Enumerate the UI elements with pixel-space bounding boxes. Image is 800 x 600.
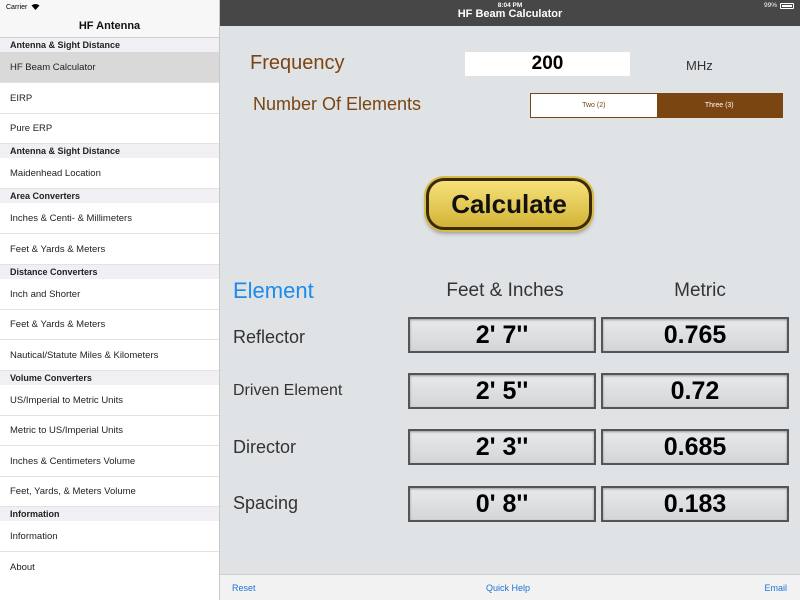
section-header: Information bbox=[0, 507, 219, 521]
carrier-label: Carrier bbox=[6, 3, 28, 11]
reflector-feet-value: 2' 7'' bbox=[408, 317, 596, 353]
spacing-feet-value: 0' 8'' bbox=[408, 486, 596, 522]
director-metric-value: 0.685 bbox=[601, 429, 789, 465]
section-header: Area Converters bbox=[0, 189, 219, 203]
sidebar-item-eirp[interactable]: EIRP bbox=[0, 83, 219, 114]
main-panel: 8:04 PM HF Beam Calculator 99% Frequency… bbox=[220, 0, 800, 600]
column-header-element: Element bbox=[233, 278, 314, 303]
driven-feet-value: 2' 5'' bbox=[408, 373, 596, 409]
section-header: Distance Converters bbox=[0, 265, 219, 279]
sidebar-item-distance-feet[interactable]: Feet & Yards & Meters bbox=[0, 310, 219, 340]
battery-percent: 99% bbox=[763, 2, 777, 9]
navigation-bar: 8:04 PM HF Beam Calculator 99% bbox=[220, 0, 800, 26]
elements-label: Number Of Elements bbox=[253, 94, 422, 114]
reflector-metric-value: 0.765 bbox=[601, 317, 789, 353]
director-feet-value: 2' 3'' bbox=[408, 429, 596, 465]
app-window: Carrier HF Antenna Antenna & Sight Dista… bbox=[0, 0, 800, 600]
spacing-metric-value: 0.183 bbox=[601, 486, 789, 522]
sidebar: Carrier HF Antenna Antenna & Sight Dista… bbox=[0, 0, 220, 600]
email-button[interactable]: Email bbox=[764, 583, 787, 593]
column-header-metric: Metric bbox=[674, 280, 726, 301]
sidebar-item-maidenhead-location[interactable]: Maidenhead Location bbox=[0, 158, 219, 189]
section-header: Antenna & Sight Distance bbox=[0, 144, 219, 158]
driven-metric-value: 0.72 bbox=[601, 373, 789, 409]
sidebar-item-inch-and-shorter[interactable]: Inch and Shorter bbox=[0, 279, 219, 310]
reset-button[interactable]: Reset bbox=[232, 583, 256, 593]
sidebar-item-hf-beam-calculator[interactable]: HF Beam Calculator bbox=[0, 52, 219, 83]
sidebar-item-feet-volume[interactable]: Feet, Yards, & Meters Volume bbox=[0, 477, 219, 507]
sidebar-item-area-feet[interactable]: Feet & Yards & Meters bbox=[0, 234, 219, 265]
quick-help-button[interactable]: Quick Help bbox=[486, 583, 530, 593]
column-header-feet: Feet & Inches bbox=[446, 280, 564, 301]
sidebar-item-area-inches[interactable]: Inches & Centi- & Millimeters bbox=[0, 203, 219, 234]
row-label-spacing: Spacing bbox=[233, 493, 299, 513]
wifi-icon bbox=[31, 3, 40, 12]
segment-two[interactable]: Two (2) bbox=[531, 94, 657, 117]
segment-three[interactable]: Three (3) bbox=[656, 94, 782, 117]
row-label-reflector: Reflector bbox=[233, 327, 306, 347]
sidebar-item-about[interactable]: About bbox=[0, 552, 219, 582]
bottom-toolbar: Reset Quick Help Email bbox=[220, 574, 800, 600]
sidebar-item-metric-to-us[interactable]: Metric to US/Imperial Units bbox=[0, 416, 219, 446]
sidebar-item-information[interactable]: Information bbox=[0, 521, 219, 552]
calculate-button[interactable]: Calculate bbox=[426, 178, 592, 230]
row-label-driven-element: Driven Element bbox=[233, 382, 343, 399]
row-label-director: Director bbox=[233, 437, 297, 457]
battery-status: 99% bbox=[764, 2, 794, 9]
section-header: Volume Converters bbox=[0, 371, 219, 385]
sidebar-item-pure-erp[interactable]: Pure ERP bbox=[0, 114, 219, 144]
frequency-unit: MHz bbox=[686, 58, 713, 73]
status-bar-left: Carrier bbox=[0, 0, 219, 14]
elements-segmented-control: Two (2) Three (3) bbox=[530, 93, 783, 118]
frequency-input[interactable] bbox=[465, 52, 630, 76]
sidebar-item-us-to-metric[interactable]: US/Imperial to Metric Units bbox=[0, 385, 219, 416]
sidebar-item-nautical-miles[interactable]: Nautical/Statute Miles & Kilometers bbox=[0, 340, 219, 371]
section-header: Antenna & Sight Distance bbox=[0, 38, 219, 52]
page-title: HF Beam Calculator bbox=[457, 8, 563, 20]
battery-icon bbox=[780, 2, 794, 9]
frequency-label: Frequency bbox=[250, 52, 345, 74]
sidebar-title: HF Antenna bbox=[0, 14, 219, 38]
sidebar-item-inches-volume[interactable]: Inches & Centimeters Volume bbox=[0, 446, 219, 477]
